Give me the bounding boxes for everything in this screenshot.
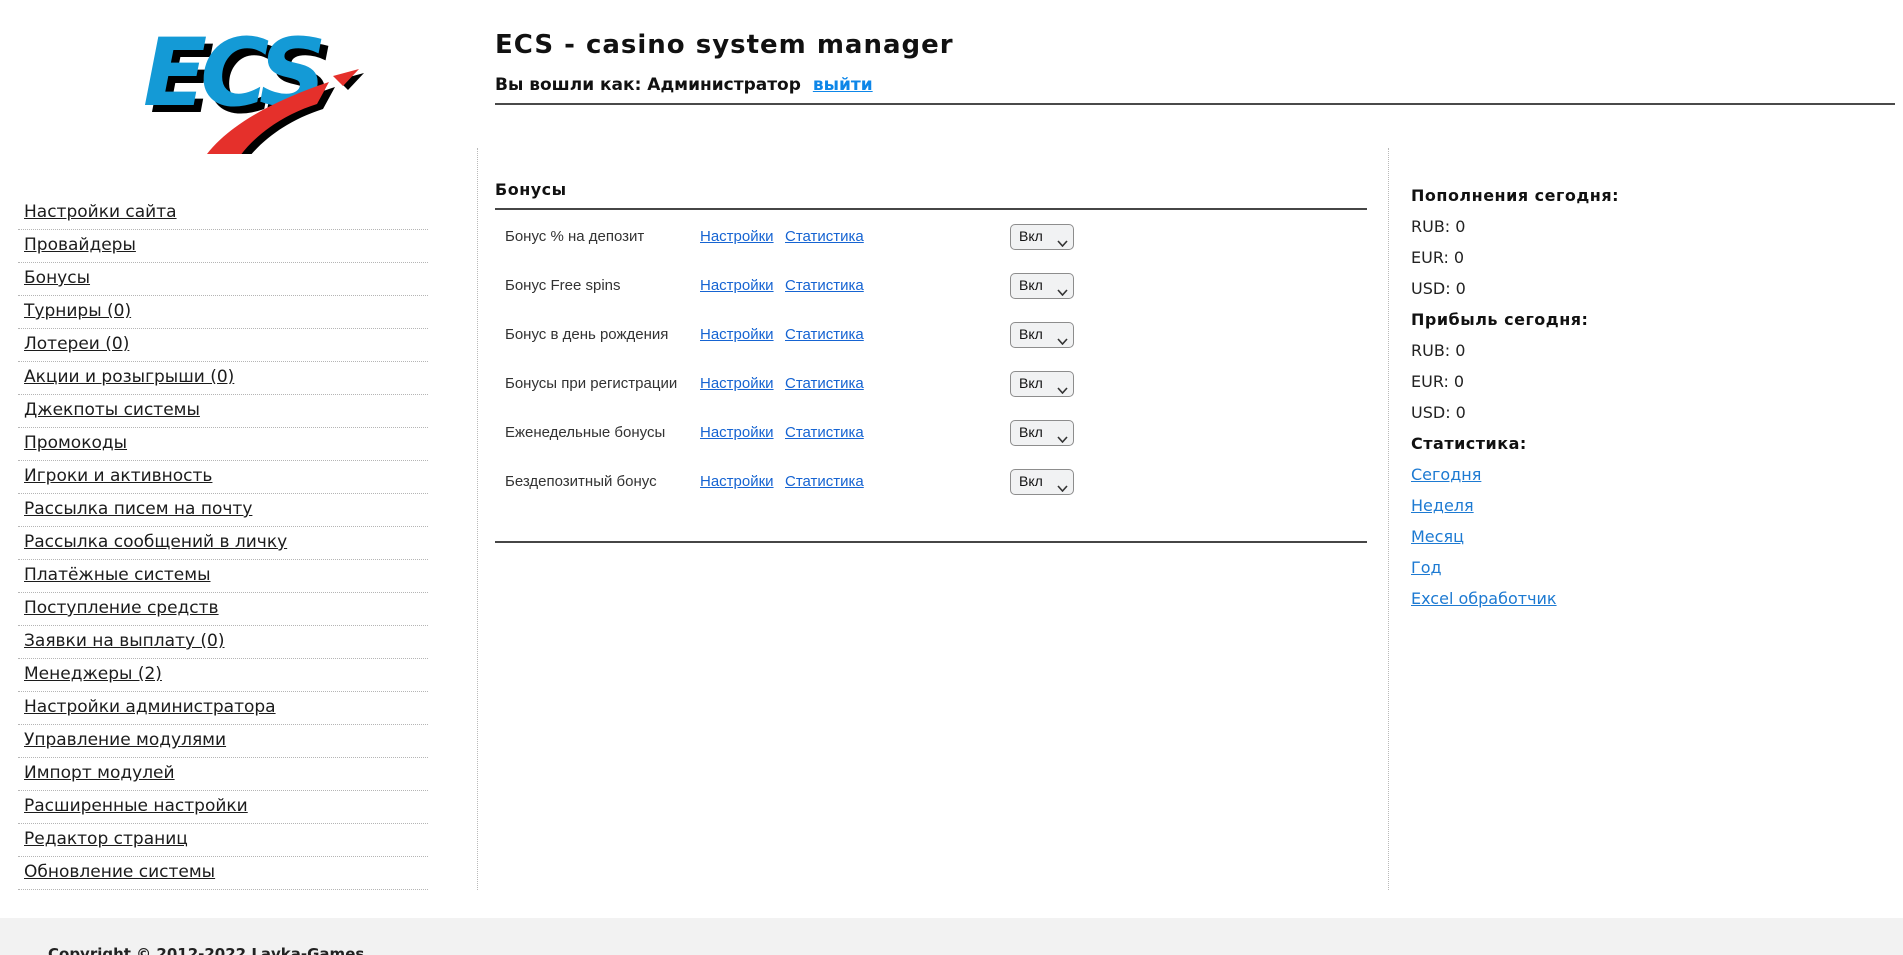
panel-divider-top [495,208,1367,210]
sidebar-item-bonuses[interactable]: Бонусы [18,263,428,296]
sidebar-item-incoming-funds[interactable]: Поступление средств [18,593,428,626]
sidebar-item-promocodes[interactable]: Промокоды [18,428,428,461]
page-title: ECS - casino system manager [495,30,954,60]
sidebar-item-site-settings[interactable]: Настройки сайта [18,197,428,230]
bonus-stats-link[interactable]: Статистика [785,375,1010,392]
bonus-settings-link[interactable]: Настройки [700,375,785,392]
bonus-toggle-select[interactable]: Вкл [1010,420,1074,446]
bonus-row: Бонус % на депозит Настройки Статистика … [495,212,1367,261]
sidebar-item-page-editor[interactable]: Редактор страниц [18,824,428,857]
profit-usd-value: USD: 0 [1411,403,1903,422]
panel-divider-bottom [495,541,1367,543]
bonus-toggle-select[interactable]: Вкл [1010,224,1074,250]
sidebar-item-lotteries[interactable]: Лотереи (0) [18,329,428,362]
deposits-rub-value: RUB: 0 [1411,217,1903,236]
stats-week-link[interactable]: Неделя [1411,496,1903,515]
sidebar-item-players[interactable]: Игроки и активность [18,461,428,494]
bonus-row: Бонусы при регистрации Настройки Статист… [495,359,1367,408]
ecs-logo-icon: ECS ECS [133,14,368,154]
header-divider [495,103,1895,105]
bonus-label: Бонус в день рождения [505,326,700,343]
bonus-label: Бездепозитный бонус [505,473,700,490]
ecs-logo: ECS ECS [133,14,368,158]
sidebar-item-pm-mailing[interactable]: Рассылка сообщений в личку [18,527,428,560]
stats-panel: Пополнения сегодня: RUB: 0 EUR: 0 USD: 0… [1389,148,1903,890]
deposits-eur-value: EUR: 0 [1411,248,1903,267]
bonus-stats-link[interactable]: Статистика [785,424,1010,441]
sidebar-item-system-update[interactable]: Обновление системы [18,857,428,890]
bonus-label: Бонусы при регистрации [505,375,700,392]
sidebar-item-promotions[interactable]: Акции и розыгрыши (0) [18,362,428,395]
sidebar-item-tournaments[interactable]: Турниры (0) [18,296,428,329]
sidebar-item-payout-requests[interactable]: Заявки на выплату (0) [18,626,428,659]
stats-excel-link[interactable]: Excel обработчик [1411,589,1903,608]
bonus-row: Еженедельные бонусы Настройки Статистика… [495,408,1367,457]
bonus-row: Бонус в день рождения Настройки Статисти… [495,310,1367,359]
page-header: ECS ECS ECS - casino system manager Вы в… [0,0,1903,148]
bonus-stats-link[interactable]: Статистика [785,326,1010,343]
profit-eur-value: EUR: 0 [1411,372,1903,391]
bonus-settings-link[interactable]: Настройки [700,228,785,245]
sidebar-item-admin-settings[interactable]: Настройки администратора [18,692,428,725]
sidebar-menu: Настройки сайта Провайдеры Бонусы Турнир… [0,148,477,890]
bonus-toggle-select[interactable]: Вкл [1010,322,1074,348]
bonus-stats-link[interactable]: Статистика [785,473,1010,490]
page-footer: Copyright © 2012-2022 Lavka-Games [0,918,1903,955]
sidebar-item-jackpots[interactable]: Джекпоты системы [18,395,428,428]
logged-in-as-text: Вы вошли как: Администратор [495,75,801,95]
bonus-label: Еженедельные бонусы [505,424,700,441]
bonus-toggle-select[interactable]: Вкл [1010,469,1074,495]
profit-today-title: Прибыль сегодня: [1411,310,1903,329]
bonus-toggle-select[interactable]: Вкл [1010,273,1074,299]
bonus-toggle-select[interactable]: Вкл [1010,371,1074,397]
logout-link[interactable]: выйти [813,75,873,95]
sidebar-item-module-manage[interactable]: Управление модулями [18,725,428,758]
bonus-label: Бонус % на депозит [505,228,700,245]
bonus-label: Бонус Free spins [505,277,700,294]
statistics-title: Статистика: [1411,434,1903,453]
bonus-row: Бездепозитный бонус Настройки Статистика… [495,457,1367,506]
bonus-settings-link[interactable]: Настройки [700,424,785,441]
bonus-settings-link[interactable]: Настройки [700,473,785,490]
profit-rub-value: RUB: 0 [1411,341,1903,360]
sidebar-item-email-mailing[interactable]: Рассылка писем на почту [18,494,428,527]
bonus-stats-link[interactable]: Статистика [785,277,1010,294]
sidebar-item-managers[interactable]: Менеджеры (2) [18,659,428,692]
deposits-today-title: Пополнения сегодня: [1411,186,1903,205]
sidebar-item-payment-systems[interactable]: Платёжные системы [18,560,428,593]
sidebar-item-advanced[interactable]: Расширенные настройки [18,791,428,824]
sidebar-item-providers[interactable]: Провайдеры [18,230,428,263]
bonuses-title: Бонусы [495,180,1367,199]
bonus-row: Бонус Free spins Настройки Статистика Вк… [495,261,1367,310]
bonuses-panel: Бонусы Бонус % на депозит Настройки Стат… [477,148,1389,890]
deposits-usd-value: USD: 0 [1411,279,1903,298]
copyright-text: Copyright © 2012-2022 Lavka-Games [48,945,364,955]
bonus-stats-link[interactable]: Статистика [785,228,1010,245]
stats-month-link[interactable]: Месяц [1411,527,1903,546]
bonus-settings-link[interactable]: Настройки [700,277,785,294]
stats-year-link[interactable]: Год [1411,558,1903,577]
bonus-settings-link[interactable]: Настройки [700,326,785,343]
sidebar-item-module-import[interactable]: Импорт модулей [18,758,428,791]
stats-today-link[interactable]: Сегодня [1411,465,1903,484]
